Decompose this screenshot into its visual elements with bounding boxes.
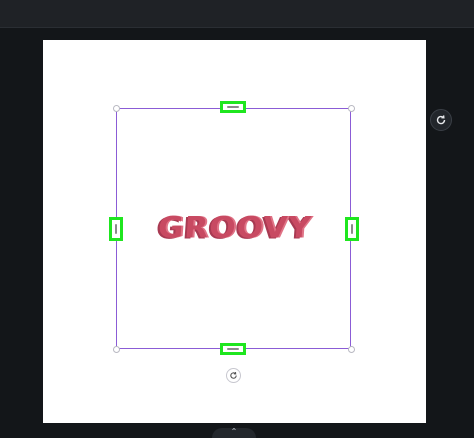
- resize-handle-bottom-right[interactable]: [348, 346, 355, 353]
- rotate-handle[interactable]: [226, 368, 241, 383]
- top-bar: [0, 0, 474, 28]
- groovy-text-graphic[interactable]: GROOVY: [156, 206, 314, 250]
- rotate-icon: [436, 115, 446, 125]
- graphic-text: GROOVY: [156, 210, 314, 246]
- resize-handle-right[interactable]: [345, 217, 359, 241]
- resize-handle-top-right[interactable]: [348, 105, 355, 112]
- resize-handle-bottom[interactable]: [220, 343, 246, 355]
- resize-handle-left[interactable]: [109, 217, 123, 241]
- rotate-icon: [230, 372, 237, 379]
- side-rotate-button[interactable]: [430, 109, 452, 131]
- bottom-panel-toggle[interactable]: ⌃: [212, 428, 256, 438]
- resize-handle-top[interactable]: [220, 101, 246, 113]
- chevron-up-icon: ⌃: [230, 427, 238, 436]
- resize-handle-bottom-left[interactable]: [113, 346, 120, 353]
- resize-handle-top-left[interactable]: [113, 105, 120, 112]
